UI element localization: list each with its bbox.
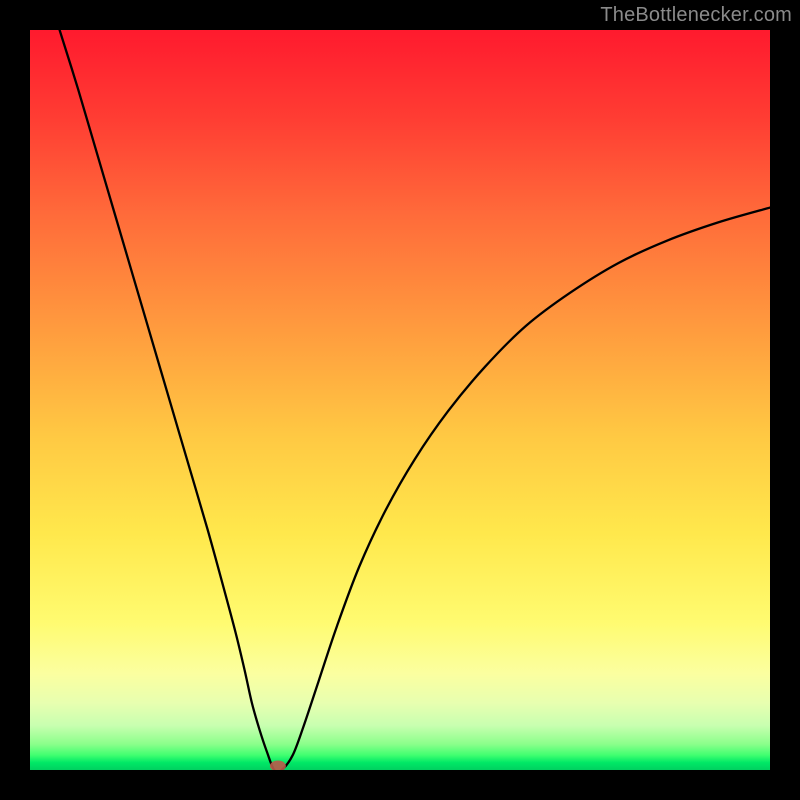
optimal-point-marker	[270, 761, 286, 771]
chart-frame: TheBottlenecker.com	[0, 0, 800, 800]
bottleneck-curve	[60, 30, 770, 770]
curve-layer	[30, 30, 770, 770]
plot-area	[30, 30, 770, 770]
watermark-text: TheBottlenecker.com	[600, 4, 792, 27]
